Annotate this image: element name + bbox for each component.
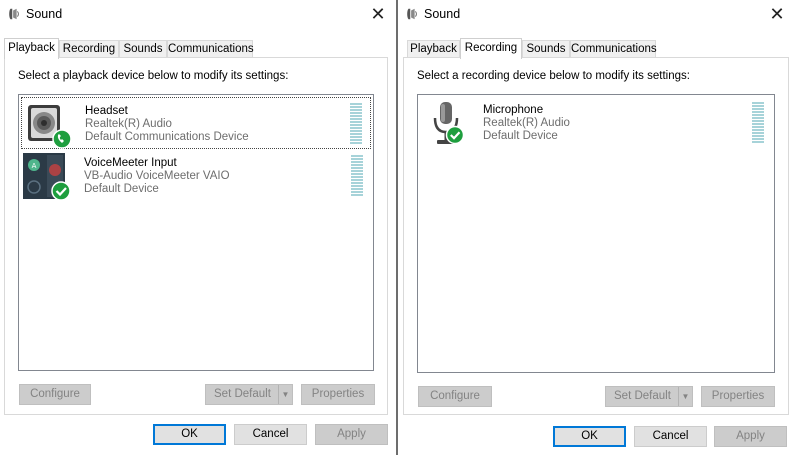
close-icon: ✕: [370, 4, 386, 24]
speaker-icon: [7, 7, 21, 21]
title-bar[interactable]: Sound ✕: [398, 0, 795, 30]
configure-button[interactable]: Configure: [19, 384, 91, 405]
device-name: Headset: [85, 105, 128, 117]
device-name: Microphone: [483, 104, 544, 116]
window-title: Sound: [424, 7, 461, 21]
instructions-text: Select a recording device below to modif…: [417, 70, 690, 82]
cancel-button[interactable]: Cancel: [634, 426, 707, 447]
apply-button[interactable]: Apply: [714, 426, 787, 447]
device-text: Headset Realtek(R) Audio Default Communi…: [85, 105, 249, 144]
properties-button[interactable]: Properties: [701, 386, 775, 407]
instructions-text: Select a playback device below to modify…: [18, 70, 289, 82]
tab-communications[interactable]: Communications: [570, 40, 657, 57]
close-icon: ✕: [769, 4, 785, 24]
tab-sounds[interactable]: Sounds: [522, 40, 570, 57]
device-item-headset[interactable]: Headset Realtek(R) Audio Default Communi…: [21, 97, 371, 149]
properties-button[interactable]: Properties: [301, 384, 375, 405]
device-text: VoiceMeeter Input VB-Audio VoiceMeeter V…: [84, 157, 230, 196]
chevron-down-icon[interactable]: ▼: [678, 387, 692, 406]
tab-playback[interactable]: Playback: [4, 38, 59, 59]
apply-button[interactable]: Apply: [315, 424, 388, 445]
microphone-icon: [433, 102, 465, 145]
sound-dialog-playback: Sound ✕ Playback Recording Sounds Commun…: [0, 0, 396, 455]
window-title: Sound: [26, 7, 63, 21]
speaker-icon: [405, 7, 419, 21]
device-driver: Realtek(R) Audio: [85, 118, 172, 130]
device-status: Default Device: [483, 130, 558, 142]
set-default-label: Set Default: [614, 390, 671, 402]
set-default-label: Set Default: [214, 388, 271, 400]
level-meter: [350, 103, 362, 145]
level-meter: [351, 155, 363, 197]
chevron-down-icon[interactable]: ▼: [278, 385, 292, 404]
device-name: VoiceMeeter Input: [84, 157, 177, 169]
device-list[interactable]: Microphone Realtek(R) Audio Default Devi…: [417, 94, 775, 373]
tab-panel: Select a playback device below to modify…: [4, 57, 388, 415]
cancel-button[interactable]: Cancel: [234, 424, 307, 445]
green-check-badge: [51, 181, 71, 201]
device-driver: VB-Audio VoiceMeeter VAIO: [84, 170, 230, 182]
device-list[interactable]: Headset Realtek(R) Audio Default Communi…: [18, 94, 374, 371]
set-default-button[interactable]: Set Default ▼: [605, 386, 693, 407]
level-meter: [752, 102, 764, 144]
device-status: Default Device: [84, 183, 159, 195]
tab-sounds[interactable]: Sounds: [119, 40, 167, 57]
phone-check-badge: [52, 129, 72, 149]
device-item-microphone[interactable]: Microphone Realtek(R) Audio Default Devi…: [420, 97, 772, 149]
green-check-badge: [445, 125, 465, 145]
sound-dialog-recording: Sound ✕ Playback Recording Sounds Commun…: [398, 0, 795, 455]
device-driver: Realtek(R) Audio: [483, 117, 570, 129]
headset-speaker-icon: [28, 105, 72, 149]
set-default-button[interactable]: Set Default ▼: [205, 384, 293, 405]
close-button[interactable]: ✕: [360, 0, 396, 30]
ok-button[interactable]: OK: [553, 426, 626, 447]
tab-playback[interactable]: Playback: [407, 40, 460, 57]
close-button[interactable]: ✕: [759, 0, 795, 30]
device-item-voicemeeter[interactable]: A VoiceMeeter Input VB-Audio VoiceMeeter…: [21, 150, 371, 202]
ok-button[interactable]: OK: [153, 424, 226, 445]
tab-recording[interactable]: Recording: [59, 40, 119, 57]
tab-panel: Select a recording device below to modif…: [403, 57, 789, 415]
device-text: Microphone Realtek(R) Audio Default Devi…: [483, 104, 570, 143]
tab-recording[interactable]: Recording: [460, 38, 522, 59]
configure-button[interactable]: Configure: [418, 386, 492, 407]
title-bar[interactable]: Sound ✕: [0, 0, 396, 30]
device-status: Default Communications Device: [85, 131, 249, 143]
voicemeeter-icon: A: [23, 153, 71, 201]
svg-text:A: A: [32, 162, 37, 170]
tab-communications[interactable]: Communications: [167, 40, 254, 57]
